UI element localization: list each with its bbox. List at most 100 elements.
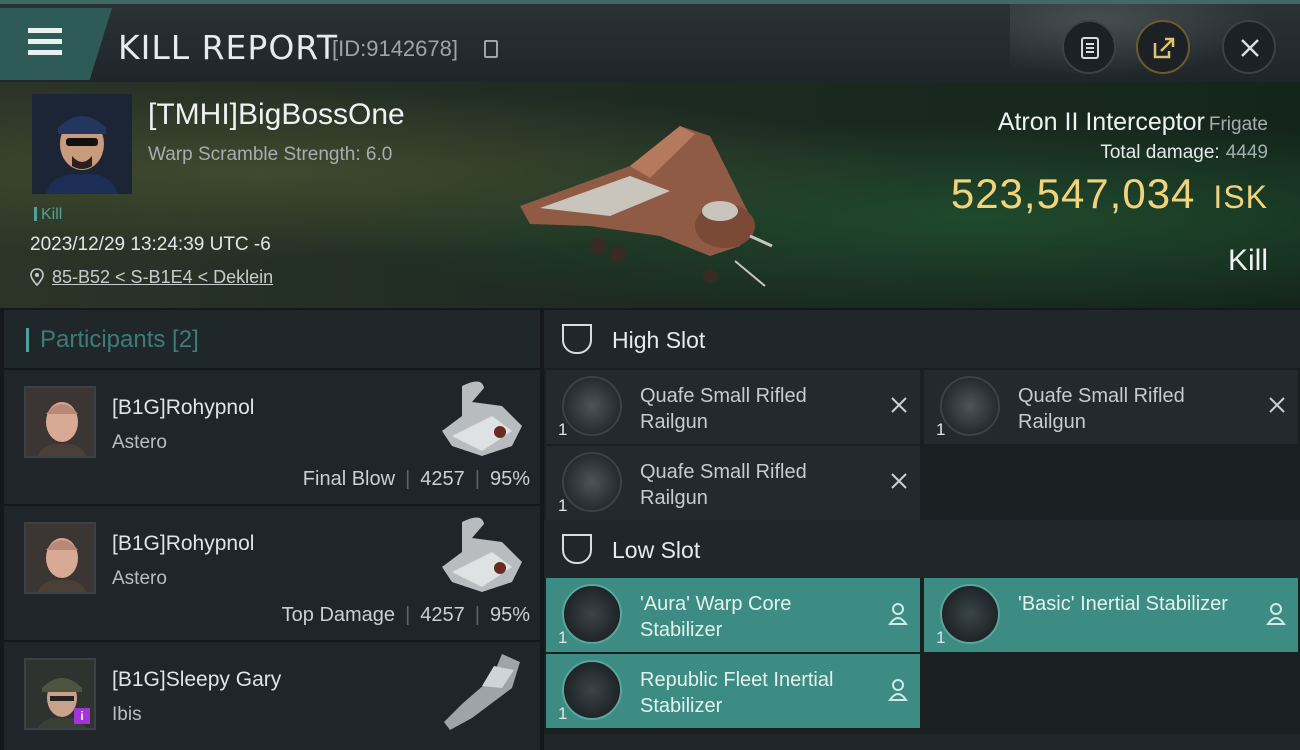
inertial-stabilizer-icon: [562, 660, 622, 720]
ship-class: Frigate: [1208, 114, 1268, 135]
participant-ship: Astero: [112, 432, 167, 453]
module-quantity: 1: [936, 628, 946, 647]
participant-ship: Ibis: [112, 704, 142, 725]
ship-name: Atron II Interceptor: [997, 108, 1205, 136]
participants-label: Participants [2]: [40, 326, 199, 353]
isk-value: 523,547,034 ISK: [951, 170, 1268, 218]
dropped-person-icon: [1266, 603, 1286, 625]
share-button[interactable]: [1136, 20, 1190, 74]
high-slot-module[interactable]: 1 Quafe Small Rifled Railgun: [546, 446, 920, 520]
railgun-icon: [940, 376, 1000, 436]
participant-name[interactable]: [B1G]Rohypnol: [112, 396, 254, 420]
location-pin-icon: [30, 268, 44, 286]
participant-ship-image: [442, 381, 522, 456]
participant-percent: 95%: [489, 468, 530, 490]
page-title: KILL REPORT: [118, 28, 338, 67]
kill-location[interactable]: 85-B52 < S-B1E4 < Deklein: [30, 267, 273, 288]
info-badge: i: [74, 708, 90, 724]
copy-icon[interactable]: [484, 40, 498, 58]
victim-name[interactable]: [TMHI]BigBossOne: [148, 98, 405, 132]
participant-row[interactable]: i [B1G]Sleepy Gary Ibis: [4, 640, 540, 750]
low-slot-module[interactable]: 1 'Aura' Warp Core Stabilizer: [546, 578, 920, 652]
kill-tag: Kill: [34, 206, 62, 224]
participant-avatar[interactable]: [24, 386, 96, 458]
module-quantity: 1: [936, 420, 946, 439]
participant-avatar[interactable]: i: [24, 658, 96, 730]
kill-datetime: 2023/12/29 13:24:39 UTC -6: [30, 234, 271, 255]
slot-shield-icon: [562, 534, 592, 564]
warp-core-stabilizer-icon: [562, 584, 622, 644]
close-icon: [1241, 39, 1259, 57]
menu-icon-bar: [28, 50, 62, 55]
clipboard-button[interactable]: [1062, 20, 1116, 74]
participant-ship-image: [442, 517, 522, 592]
slot-shield-icon: [562, 324, 592, 354]
participant-role: Top Damage: [281, 604, 396, 626]
railgun-icon: [562, 376, 622, 436]
location-link[interactable]: 85-B52 < S-B1E4 < Deklein: [52, 267, 273, 287]
participant-damage: 4257: [420, 604, 465, 626]
participant-stats: Final Blow | 4257 | 95%: [302, 468, 530, 490]
module-quantity: 1: [558, 704, 568, 723]
top-bar: KILL REPORT [ID:9142678]: [0, 0, 1300, 86]
railgun-icon: [562, 452, 622, 512]
participant-avatar[interactable]: [24, 522, 96, 594]
close-button[interactable]: [1222, 20, 1276, 74]
participant-role: Final Blow: [302, 468, 396, 490]
module-quantity: 1: [558, 628, 568, 647]
destroyed-x-icon: [891, 473, 907, 489]
victim-ship-image: [520, 126, 773, 287]
participant-stats: Top Damage | 4257 | 95%: [281, 604, 530, 626]
victim-ship-type[interactable]: Atron II Interceptor Frigate: [998, 108, 1268, 137]
menu-button[interactable]: [0, 8, 112, 80]
participant-row[interactable]: [B1G]Rohypnol Astero Top Damage | 4257 | 95%: [4, 504, 540, 640]
module-name: Quafe Small Rifled Railgun: [640, 385, 807, 433]
low-slot-header: Low Slot: [544, 520, 1300, 578]
fitting-panel: High Slot 1 Quafe Small Rifled Railgun 1…: [544, 310, 1300, 750]
next-slot-header: [544, 734, 1300, 750]
module-quantity: 1: [558, 496, 568, 515]
high-slot-module[interactable]: 1 Quafe Small Rifled Railgun: [924, 370, 1298, 444]
high-slot-header: High Slot: [544, 310, 1300, 368]
module-name: 'Aura' Warp Core Stabilizer: [640, 593, 792, 641]
share-icon: [1153, 37, 1175, 59]
dropped-person-icon: [888, 679, 908, 701]
isk-unit: ISK: [1213, 179, 1268, 215]
dropped-person-icon: [888, 603, 908, 625]
module-quantity: 1: [558, 420, 568, 439]
high-slot-label: High Slot: [612, 327, 706, 353]
participant-damage: 4257: [420, 468, 465, 490]
victim-panel: [TMHI]BigBossOne Warp Scramble Strength:…: [0, 82, 1300, 308]
low-slot-module[interactable]: 1 Republic Fleet Inertial Stabilizer: [546, 654, 920, 728]
module-name: Republic Fleet Inertial Stabilizer: [640, 669, 834, 717]
low-slot-label: Low Slot: [612, 537, 701, 563]
isk-amount: 523,547,034: [950, 170, 1196, 217]
total-damage-label: Total damage:: [1100, 142, 1220, 163]
module-name: Quafe Small Rifled Railgun: [640, 461, 807, 509]
clipboard-icon: [1081, 37, 1099, 59]
result-label: Kill: [1227, 244, 1268, 277]
warp-scramble-strength: Warp Scramble Strength: 6.0: [148, 144, 393, 165]
participant-name[interactable]: [B1G]Sleepy Gary: [112, 668, 281, 692]
menu-icon-bar: [28, 39, 62, 44]
victim-avatar[interactable]: [32, 94, 132, 194]
module-name: 'Basic' Inertial Stabilizer: [1018, 593, 1228, 615]
inertial-stabilizer-icon: [940, 584, 1000, 644]
destroyed-x-icon: [1269, 397, 1285, 413]
participant-row[interactable]: [B1G]Rohypnol Astero Final Blow | 4257 | 95%: [4, 368, 540, 504]
participant-ship-image: [444, 654, 520, 730]
low-slot-module[interactable]: 1 'Basic' Inertial Stabilizer: [924, 578, 1298, 652]
total-damage: Total damage: 4449: [1100, 142, 1268, 164]
participants-header: Participants [2]: [4, 310, 540, 368]
participant-name[interactable]: [B1G]Rohypnol: [112, 532, 254, 556]
destroyed-x-icon: [891, 397, 907, 413]
kill-id: [ID:9142678]: [332, 36, 458, 61]
participants-panel: Participants [2] [B1G]Rohypnol Astero Fi…: [4, 310, 540, 750]
participant-percent: 95%: [489, 604, 530, 626]
participant-ship: Astero: [112, 568, 167, 589]
module-name: Quafe Small Rifled Railgun: [1018, 385, 1185, 433]
menu-icon: [28, 28, 62, 33]
high-slot-module[interactable]: 1 Quafe Small Rifled Railgun: [546, 370, 920, 444]
total-damage-value: 4449: [1225, 142, 1268, 163]
header-accent: [26, 328, 29, 352]
